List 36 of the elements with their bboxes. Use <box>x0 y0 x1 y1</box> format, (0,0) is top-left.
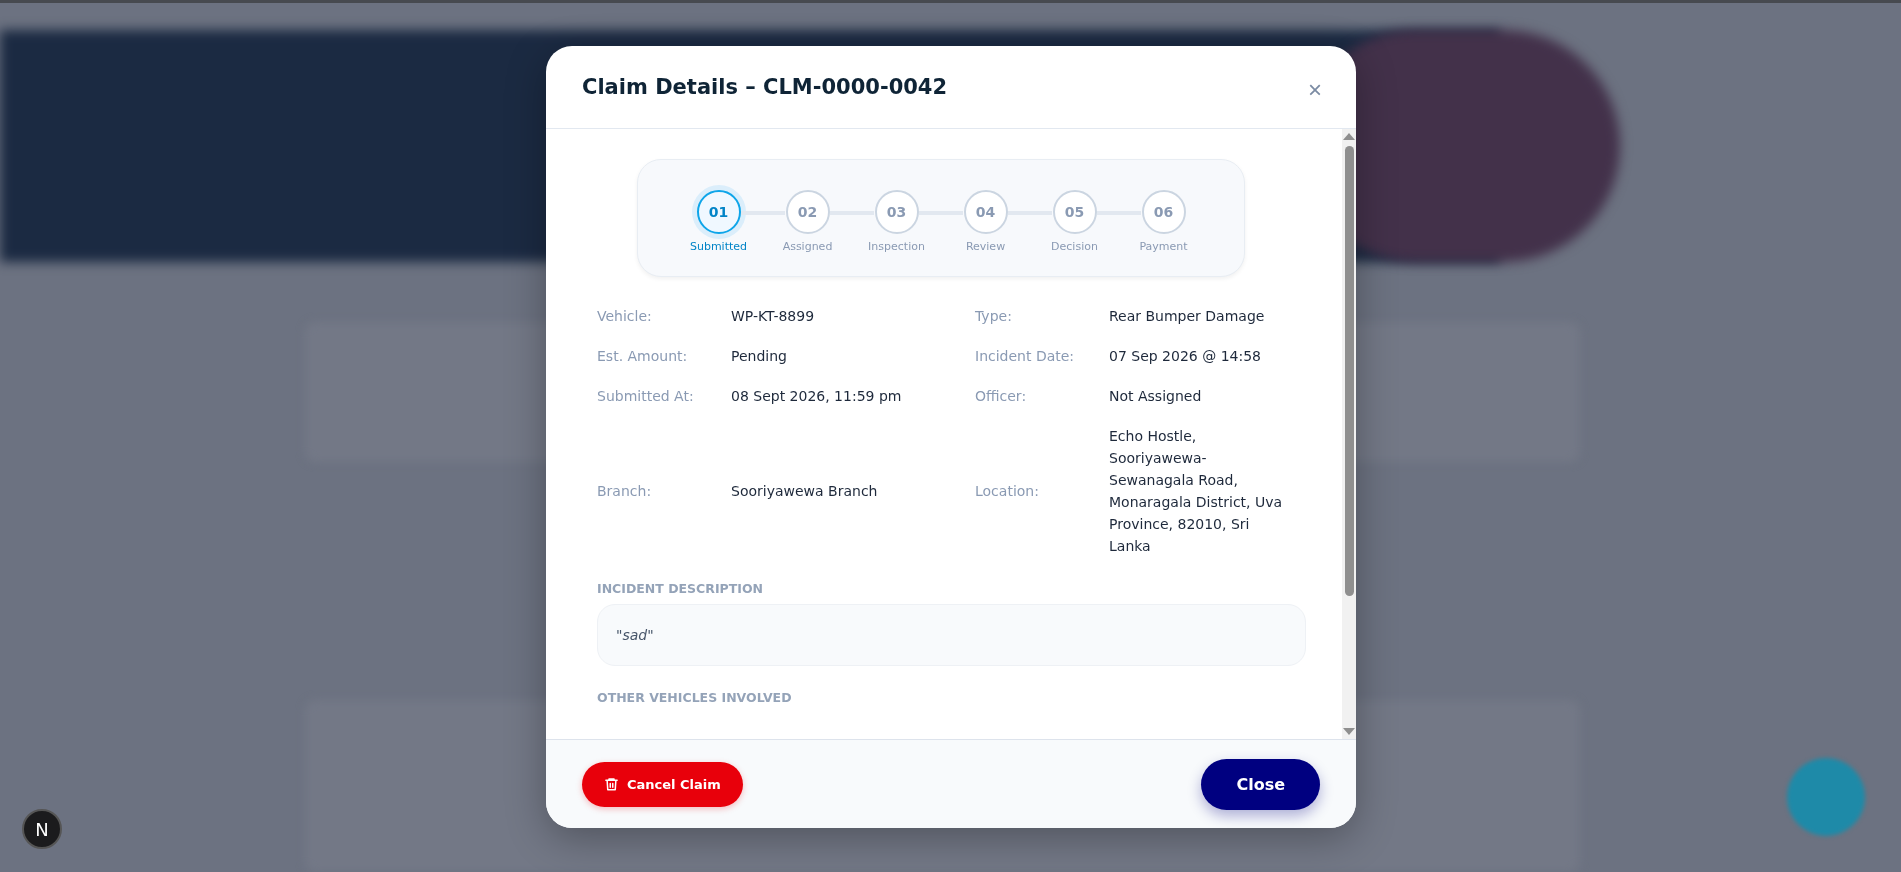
step-label: Inspection <box>868 240 925 253</box>
field-value: 08 Sept 2026, 11:59 pm <box>731 387 903 406</box>
field-label: Officer: <box>975 388 1028 404</box>
field-label: Location: <box>975 483 1040 499</box>
step-label: Submitted <box>689 240 748 253</box>
scrollbar[interactable] <box>1342 129 1356 739</box>
field-label: Est. Amount: <box>597 348 689 364</box>
field-value: Not Assigned <box>1109 387 1203 406</box>
field-value: 07 Sep 2026 @ 14:58 <box>1109 347 1262 366</box>
dev-badge[interactable]: N <box>22 809 62 849</box>
step-circle: 05 <box>1052 190 1097 234</box>
trash-icon <box>604 776 619 792</box>
section-heading: OTHER VEHICLES INVOLVED <box>597 690 793 705</box>
step-circle: 02 <box>785 190 830 234</box>
step-label: Assigned <box>782 240 833 253</box>
field-value: Pending <box>731 347 788 366</box>
close-button[interactable]: Close <box>1201 758 1320 810</box>
field-value: Sooriyawewa Branch <box>731 482 879 501</box>
step-label: Review <box>965 240 1006 253</box>
field-label: Type: <box>975 308 1013 324</box>
field-label: Submitted At: <box>597 388 695 404</box>
field-value: Rear Bumper Damage <box>1109 307 1266 326</box>
step-label: Payment <box>1139 240 1188 253</box>
field-label: Vehicle: <box>597 308 653 324</box>
step-circle: 04 <box>963 190 1008 234</box>
field-value: WP-KT-8899 <box>731 307 816 326</box>
step-circle: 06 <box>1141 190 1186 234</box>
modal-title: Claim Details – CLM-0000-0042 <box>582 75 948 99</box>
field-label: Branch: <box>597 483 653 499</box>
description-box: "sad" <box>597 604 1306 666</box>
field-label: Incident Date: <box>975 348 1076 364</box>
section-heading: INCIDENT DESCRIPTION <box>597 581 764 596</box>
cancel-claim-button[interactable]: Cancel Claim <box>582 761 743 807</box>
field-value: Echo Hostle, Sooriyawewa-Sewanagala Road, Monaragala District, Uva Province, 82010, Sri Lanka <box>1109 427 1284 556</box>
step-circle: 03 <box>874 190 919 234</box>
step-label: Decision <box>1051 240 1098 253</box>
